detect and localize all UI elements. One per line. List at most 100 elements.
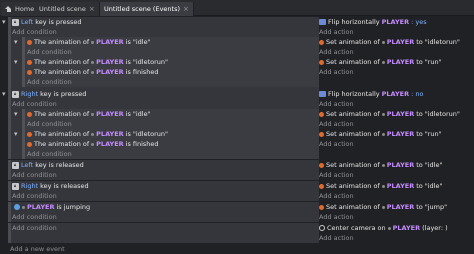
object-name: PLAYER (386, 182, 415, 190)
action-text: to (416, 161, 423, 169)
add-action-link[interactable]: Add action (319, 139, 354, 149)
keyboard-icon (12, 161, 19, 169)
tab-bar: Home Untitled scene × Untitled scene (Ev… (0, 0, 474, 16)
home-icon (5, 6, 12, 12)
action-text: to (416, 182, 423, 190)
animation-icon (319, 59, 324, 65)
sub-action[interactable]: Set animation of PLAYER to "idletorun" (319, 109, 460, 119)
action-text: Set animation of (326, 38, 380, 46)
sub-condition[interactable]: The animation of PLAYER is "idle" (27, 109, 151, 119)
add-action-link[interactable]: Add action (319, 27, 354, 37)
add-action-link[interactable]: Add action (319, 233, 354, 243)
event-3-action[interactable]: Set animation of PLAYER to "idle" (319, 160, 442, 170)
action-text: Flip horizontally (328, 18, 380, 26)
event-2-action[interactable]: Flip horizontally PLAYER : no (319, 89, 423, 99)
action-text: to (416, 203, 423, 211)
event-5-action[interactable]: Set animation of PLAYER to "jump" (319, 202, 447, 212)
sub-condition[interactable]: The animation of PLAYER is "idle" (27, 37, 151, 47)
add-condition-link[interactable]: Add condition (12, 212, 57, 222)
dot-icon (91, 112, 95, 116)
event-1-action[interactable]: Flip horizontally PLAYER : yes (319, 17, 427, 27)
sub-condition[interactable]: The animation of PLAYER is "idletorun" (27, 129, 168, 139)
add-action-link[interactable]: Add action (319, 191, 354, 201)
sub-action[interactable]: Set animation of PLAYER to "run" (319, 129, 442, 139)
object-name: PLAYER (386, 110, 415, 118)
action-value: : no (411, 90, 424, 98)
sub-action[interactable]: Set animation of PLAYER to "run" (319, 57, 442, 67)
close-icon[interactable]: × (183, 5, 189, 13)
event-4-action[interactable]: Set animation of PLAYER to "idle" (319, 181, 442, 191)
dot-icon (381, 40, 385, 44)
event-6-action[interactable]: Center camera on PLAYER (layer: ) (319, 223, 448, 233)
condition-text: key is released (35, 161, 84, 169)
object-name: PLAYER (381, 90, 410, 98)
object-name: PLAYER (96, 58, 124, 66)
condition-text: The animation of (34, 68, 90, 76)
flip-icon (319, 19, 326, 25)
add-action-link[interactable]: Add action (319, 212, 354, 222)
collapse-arrow-icon[interactable]: ▾ (2, 18, 6, 26)
add-action-link[interactable]: Add action (319, 119, 354, 129)
add-condition-link[interactable]: Add condition (27, 77, 72, 87)
event-3-condition[interactable]: Left key is released (12, 160, 84, 170)
action-text: to (416, 58, 423, 66)
animation-icon (27, 141, 32, 147)
action-value: "idletorun" (424, 110, 460, 118)
collapse-arrow-icon[interactable]: ▾ (2, 90, 6, 98)
action-text: Set animation of (326, 58, 380, 66)
close-icon[interactable]: × (89, 5, 95, 13)
condition-text: is (125, 110, 131, 118)
jump-icon (14, 204, 20, 210)
action-value: "run" (424, 130, 442, 138)
object-name: PLAYER (96, 130, 124, 138)
condition-text: is finished (125, 140, 159, 148)
add-condition-link[interactable]: Add condition (12, 99, 57, 109)
add-new-event-link[interactable]: Add a new event (10, 245, 65, 253)
collapse-arrow-icon[interactable]: ▾ (14, 130, 18, 138)
collapse-arrow-icon[interactable]: ▾ (14, 38, 18, 46)
animation-icon (319, 39, 324, 45)
action-text: Set animation of (326, 182, 380, 190)
animation-icon (27, 69, 32, 75)
action-text: to (416, 38, 423, 46)
animation-icon (27, 131, 32, 137)
dot-icon (91, 40, 95, 44)
add-condition-link[interactable]: Add condition (27, 119, 72, 129)
dot-icon (387, 226, 391, 230)
sub-condition[interactable]: The animation of PLAYER is finished (27, 139, 159, 149)
condition-text: is (125, 38, 131, 46)
add-condition-link[interactable]: Add condition (27, 149, 72, 159)
event-1-condition[interactable]: Left key is pressed (12, 17, 82, 27)
add-condition-link[interactable]: Add condition (12, 27, 57, 37)
dot-icon (91, 142, 95, 146)
tab-untitled-scene[interactable]: Untitled scene × (35, 2, 100, 16)
add-condition-link[interactable]: Add condition (12, 170, 57, 180)
tab-home[interactable]: Home (1, 2, 40, 16)
add-condition-link[interactable]: Add condition (12, 223, 57, 233)
add-condition-link[interactable]: Add condition (12, 191, 57, 201)
animation-icon (319, 111, 324, 117)
condition-value: "idletorun" (132, 58, 168, 66)
animation-icon (27, 59, 32, 65)
add-action-link[interactable]: Add action (319, 47, 354, 57)
collapse-arrow-icon[interactable]: ▾ (14, 110, 18, 118)
animation-icon (319, 183, 324, 189)
sub-action[interactable]: Set animation of PLAYER to "idletorun" (319, 37, 460, 47)
add-action-link[interactable]: Add action (319, 67, 354, 77)
sub-condition[interactable]: The animation of PLAYER is finished (27, 67, 159, 77)
add-action-link[interactable]: Add action (319, 170, 354, 180)
add-condition-link[interactable]: Add condition (27, 47, 72, 57)
action-value: "run" (424, 58, 442, 66)
event-2-condition[interactable]: Right key is pressed (12, 89, 86, 99)
key-name: Right (21, 90, 39, 98)
add-action-link[interactable]: Add action (319, 99, 354, 109)
event-5-condition[interactable]: PLAYER is jumping (14, 202, 90, 212)
sub-condition[interactable]: The animation of PLAYER is "idletorun" (27, 57, 168, 67)
tab-untitled-scene-events[interactable]: Untitled scene (Events) × (100, 2, 194, 16)
action-text: (layer: ) (422, 224, 448, 232)
key-name: Left (21, 18, 34, 26)
collapse-arrow-icon[interactable]: ▾ (14, 58, 18, 66)
action-text: Set animation of (326, 161, 380, 169)
event-4-condition[interactable]: Right key is released (12, 181, 89, 191)
condition-text: key is released (40, 182, 89, 190)
